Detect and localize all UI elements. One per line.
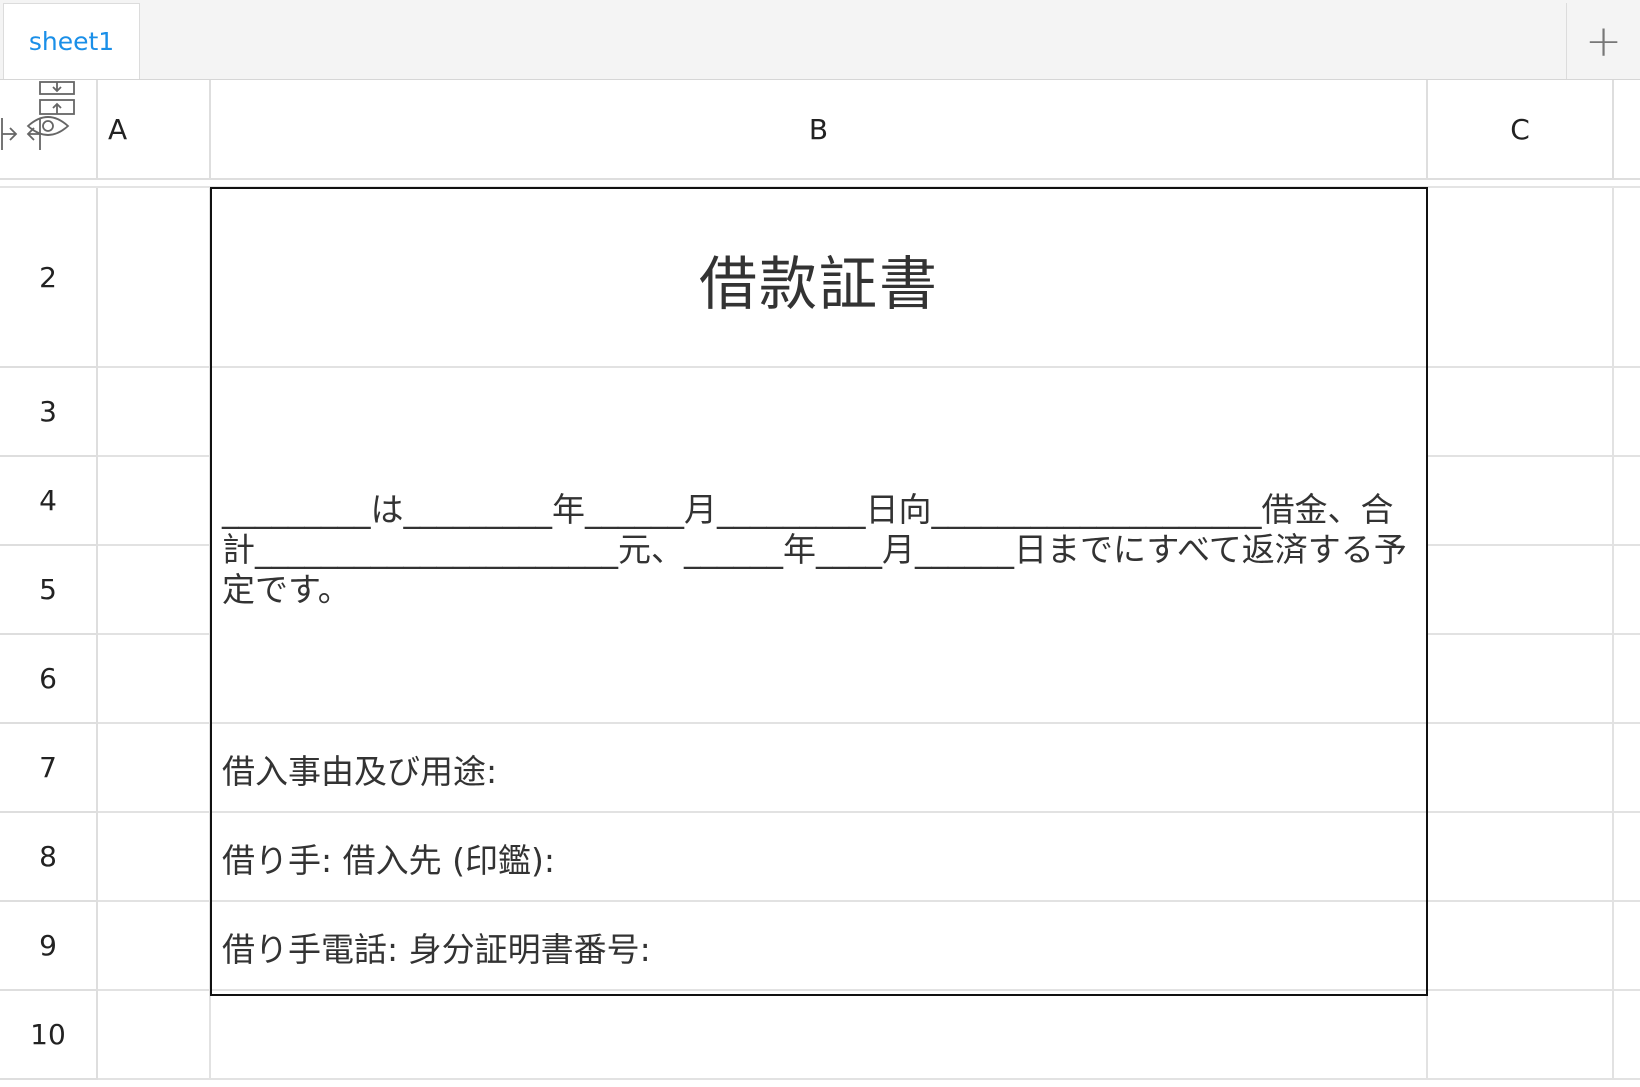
column-header-a[interactable]: A bbox=[98, 80, 211, 180]
document-title: 借款証書 bbox=[698, 250, 939, 318]
freeze-pane-icon bbox=[1, 81, 75, 150]
cell-a7[interactable] bbox=[98, 724, 211, 813]
cell-a4[interactable] bbox=[98, 457, 211, 546]
row-header-10[interactable]: 10 bbox=[0, 991, 98, 1080]
sheet-tab-sheet1[interactable]: sheet1 bbox=[3, 3, 140, 79]
cell-c10[interactable] bbox=[1428, 991, 1614, 1080]
cell-b10[interactable] bbox=[211, 991, 1428, 1080]
row-header-3[interactable]: 3 bbox=[0, 368, 98, 457]
add-sheet-button[interactable]: + bbox=[1566, 3, 1640, 79]
cell-c2[interactable] bbox=[1428, 188, 1614, 368]
spreadsheet-grid[interactable]: A B C 2 3 4 5 6 7 8 9 10 借款証書 _________は… bbox=[0, 80, 1640, 1087]
cell-a9[interactable] bbox=[98, 902, 211, 991]
cell-d2[interactable] bbox=[1614, 188, 1640, 368]
cell-c7[interactable] bbox=[1428, 724, 1614, 813]
cell-a10[interactable] bbox=[98, 991, 211, 1080]
cell-a8[interactable] bbox=[98, 813, 211, 902]
purpose-label: 借入事由及び用途: bbox=[222, 751, 498, 791]
column-header-d[interactable] bbox=[1614, 80, 1640, 180]
borrower-phone-label: 借り手電話: 身分証明書番号: bbox=[222, 929, 651, 969]
row-header-7[interactable]: 7 bbox=[0, 724, 98, 813]
cell-d3[interactable] bbox=[1614, 368, 1640, 457]
cell-d6[interactable] bbox=[1614, 635, 1640, 724]
grid-corner[interactable] bbox=[0, 80, 98, 180]
row-header-6[interactable]: 6 bbox=[0, 635, 98, 724]
loan-body-text: _________は_________年______月_________日向__… bbox=[222, 490, 1407, 609]
row-header-4[interactable]: 4 bbox=[0, 457, 98, 546]
cell-a5[interactable] bbox=[98, 546, 211, 635]
cell-d4[interactable] bbox=[1614, 457, 1640, 546]
cell-d5[interactable] bbox=[1614, 546, 1640, 635]
cell-c5[interactable] bbox=[1428, 546, 1614, 635]
row-header-5[interactable]: 5 bbox=[0, 546, 98, 635]
row-header-8[interactable]: 8 bbox=[0, 813, 98, 902]
cell-c3[interactable] bbox=[1428, 368, 1614, 457]
cell-c4[interactable] bbox=[1428, 457, 1614, 546]
cell-c6[interactable] bbox=[1428, 635, 1614, 724]
cell-d7[interactable] bbox=[1614, 724, 1640, 813]
cell-a3[interactable] bbox=[98, 368, 211, 457]
column-header-c[interactable]: C bbox=[1428, 80, 1614, 180]
cell-d10[interactable] bbox=[1614, 991, 1640, 1080]
cell-d9[interactable] bbox=[1614, 902, 1640, 991]
cell-c8[interactable] bbox=[1428, 813, 1614, 902]
row-header-2[interactable]: 2 bbox=[0, 188, 98, 368]
cell-c9[interactable] bbox=[1428, 902, 1614, 991]
column-header-b[interactable]: B bbox=[211, 80, 1428, 180]
cell-a2[interactable] bbox=[98, 188, 211, 368]
cell-d8[interactable] bbox=[1614, 813, 1640, 902]
row-header-9[interactable]: 9 bbox=[0, 902, 98, 991]
borrower-label: 借り手: 借入先 (印鑑): bbox=[222, 840, 555, 880]
plus-icon: + bbox=[1585, 15, 1622, 67]
frozen-divider bbox=[0, 180, 1640, 188]
sheet-tab-bar: sheet1 + bbox=[0, 0, 1640, 80]
cell-a6[interactable] bbox=[98, 635, 211, 724]
